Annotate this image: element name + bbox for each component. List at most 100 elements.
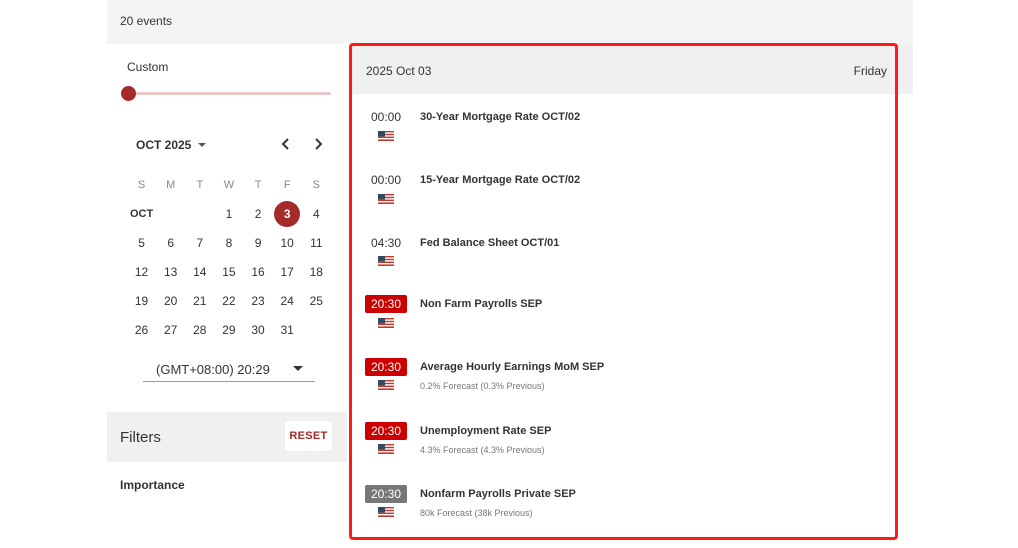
weekday-label: Friday: [853, 64, 887, 78]
event-forecast: 80k Forecast (38k Previous): [420, 508, 533, 518]
sidebar: Custom OCT 2025 S M T W T F S OCT 1 2 3 …: [107, 44, 347, 548]
event-title: Unemployment Rate SEP: [420, 425, 552, 437]
calendar-day[interactable]: 28: [187, 317, 213, 343]
calendar-day[interactable]: 1: [216, 201, 242, 227]
calendar-day[interactable]: 24: [274, 288, 300, 314]
weekday-label: S: [312, 178, 320, 191]
event-title: 15-Year Mortgage Rate OCT/02: [420, 174, 581, 186]
chevron-down-icon: [198, 143, 207, 147]
event-row[interactable]: 00:00 15-Year Mortgage Rate OCT/02: [349, 171, 899, 231]
weekday-label: S: [137, 178, 146, 191]
event-row[interactable]: 20:30 Average Hourly Earnings MoM SEP 0.…: [349, 358, 899, 418]
events-count: 20 events: [120, 14, 173, 28]
calendar-day[interactable]: 22: [216, 288, 242, 314]
event-forecast: 0.2% Forecast (0.3% Previous): [420, 381, 545, 391]
event-row[interactable]: 20:30 Non Farm Payrolls SEP: [349, 295, 899, 355]
calendar-day[interactable]: 30: [245, 317, 271, 343]
calendar-day[interactable]: 13: [158, 259, 184, 285]
range-slider-thumb[interactable]: [121, 86, 136, 101]
event-row[interactable]: 00:00 30-Year Mortgage Rate OCT/02: [349, 108, 899, 168]
next-month-button[interactable]: [309, 136, 327, 154]
calendar-day[interactable]: 4: [303, 201, 329, 227]
event-row[interactable]: 04:30 Fed Balance Sheet OCT/01: [349, 234, 899, 294]
reset-button[interactable]: RESET: [284, 420, 333, 452]
us-flag-icon: [378, 380, 394, 390]
events-panel: 2025 Oct 03 Friday 00:00 30-Year Mortgag…: [349, 44, 913, 540]
event-time: 20:30: [365, 485, 407, 503]
event-forecast: 4.3% Forecast (4.3% Previous): [420, 445, 545, 455]
event-row[interactable]: 20:30 Unemployment Rate SEP 4.3% Forecas…: [349, 422, 899, 482]
calendar-day[interactable]: 18: [303, 259, 329, 285]
event-title: Non Farm Payrolls SEP: [420, 298, 543, 310]
timezone-value: (GMT+08:00) 20:29: [156, 362, 270, 377]
us-flag-icon: [378, 131, 394, 141]
chevron-left-icon: [281, 138, 289, 150]
calendar-week-row: OCT 1 2 3 4: [127, 199, 331, 228]
month-label: OCT 2025: [136, 138, 192, 152]
calendar-day[interactable]: 5: [129, 230, 155, 256]
calendar-day[interactable]: 15: [216, 259, 242, 285]
calendar-day[interactable]: 25: [303, 288, 329, 314]
calendar-day[interactable]: 16: [245, 259, 271, 285]
calendar-day[interactable]: 12: [129, 259, 155, 285]
importance-label: Importance: [120, 478, 185, 492]
calendar-week-row: 5 6 7 8 9 10 11: [127, 228, 331, 257]
calendar-day[interactable]: 31: [274, 317, 300, 343]
calendar-day[interactable]: 17: [274, 259, 300, 285]
filters-title: Filters: [120, 429, 161, 446]
date-header: 2025 Oct 03 Friday: [349, 44, 913, 94]
app-root: 20 events Custom OCT 2025 S M T W T F S: [0, 0, 1018, 548]
event-title: Nonfarm Payrolls Private SEP: [420, 488, 576, 500]
calendar-day[interactable]: 7: [187, 230, 213, 256]
event-time: 20:30: [365, 358, 407, 376]
weekday-label: M: [166, 178, 176, 191]
calendar-week-row: 26 27 28 29 30 31: [127, 315, 331, 344]
weekday-label: T: [196, 178, 204, 191]
calendar-grid: S M T W T F S OCT 1 2 3 4 5 6 7 8 9 10 1…: [127, 170, 331, 344]
calendar-day[interactable]: 19: [129, 288, 155, 314]
us-flag-icon: [378, 318, 394, 328]
range-slider-track[interactable]: [127, 92, 331, 95]
calendar-day[interactable]: 2: [245, 201, 271, 227]
event-title: Average Hourly Earnings MoM SEP: [420, 361, 605, 373]
custom-range-label: Custom: [127, 60, 169, 74]
calendar-day[interactable]: 29: [216, 317, 242, 343]
prev-month-button[interactable]: [277, 136, 295, 154]
event-title: 30-Year Mortgage Rate OCT/02: [420, 111, 581, 123]
us-flag-icon: [378, 194, 394, 204]
filters-header: Filters RESET: [107, 412, 347, 462]
event-time: 00:00: [370, 110, 402, 124]
us-flag-icon: [378, 444, 394, 454]
event-time: 04:30: [370, 236, 402, 250]
calendar-day[interactable]: 21: [187, 288, 213, 314]
timezone-select[interactable]: (GMT+08:00) 20:29: [143, 358, 315, 382]
calendar-day[interactable]: 14: [187, 259, 213, 285]
calendar-day-selected[interactable]: 3: [274, 200, 301, 227]
calendar-week-row: 12 13 14 15 16 17 18: [127, 257, 331, 286]
calendar-day[interactable]: 6: [158, 230, 184, 256]
calendar-month-marker: OCT: [129, 207, 154, 220]
calendar-day[interactable]: 8: [216, 230, 242, 256]
caret-down-icon: [293, 366, 303, 371]
calendar-week-row: 19 20 21 22 23 24 25: [127, 286, 331, 315]
weekday-header-row: S M T W T F S: [127, 170, 331, 199]
calendar-day[interactable]: 9: [245, 230, 271, 256]
event-row[interactable]: 20:30 Nonfarm Payrolls Private SEP 80k F…: [349, 485, 899, 545]
event-time: 20:30: [365, 422, 407, 440]
calendar-day[interactable]: 27: [158, 317, 184, 343]
calendar-day[interactable]: 26: [129, 317, 155, 343]
calendar-day[interactable]: 10: [274, 230, 300, 256]
us-flag-icon: [378, 256, 394, 266]
weekday-label: W: [223, 178, 235, 191]
weekday-label: T: [254, 178, 262, 191]
month-selector[interactable]: OCT 2025: [136, 138, 207, 152]
calendar-day[interactable]: 23: [245, 288, 271, 314]
event-time: 00:00: [370, 173, 402, 187]
calendar-day[interactable]: 11: [303, 230, 329, 256]
event-time: 20:30: [365, 295, 407, 313]
calendar-day[interactable]: 20: [158, 288, 184, 314]
weekday-label: F: [283, 178, 291, 191]
chevron-right-icon: [315, 138, 323, 150]
events-count-bar: 20 events: [107, 0, 913, 44]
event-title: Fed Balance Sheet OCT/01: [420, 237, 560, 249]
